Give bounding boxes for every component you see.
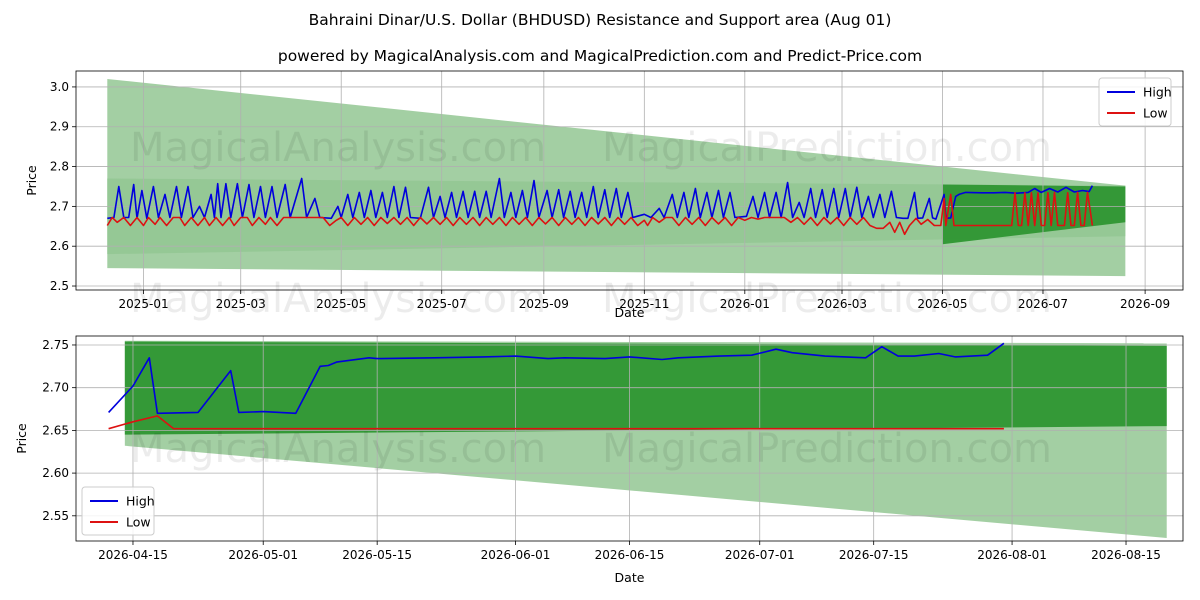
y-tick-label: 2.5 [50, 279, 69, 293]
watermark-text: MagicalAnalysis.com [130, 426, 546, 472]
y-tick-label: 2.65 [42, 423, 69, 437]
chart-canvas: Bahraini Dinar/U.S. Dollar (BHDUSD) Resi… [14, 11, 1184, 585]
x-axis-title: Date [615, 570, 645, 585]
legend: High Low [1098, 77, 1172, 127]
x-tick-label: 2026-06-01 [481, 548, 551, 562]
y-tick-label: 2.70 [42, 381, 69, 395]
bottom-panel: 2026-04-15 2026-05-01 2026-05-15 2026-06-01… [14, 335, 1184, 585]
watermark-text: MagicalPrediction.com [602, 276, 1052, 322]
watermark-text: MagicalAnalysis.com [130, 276, 546, 322]
y-tick-label: 2.7 [50, 199, 69, 213]
y-tick-label: 3.0 [50, 80, 69, 94]
x-tick-label: 2026-05-01 [228, 548, 298, 562]
legend-label-high: High [1143, 85, 1172, 100]
y-tick-label: 2.55 [42, 509, 69, 523]
y-tick-label: 2.75 [42, 338, 69, 352]
watermark-text: MagicalPrediction.com [602, 125, 1052, 171]
y-axis-title: Price [14, 423, 29, 454]
legend-label-low: Low [126, 515, 151, 530]
x-tick-label: 2026-07-15 [839, 548, 909, 562]
watermark-text: MagicalPrediction.com [602, 426, 1052, 472]
x-tick-label: 2026-04-15 [98, 548, 168, 562]
chart-title: Bahraini Dinar/U.S. Dollar (BHDUSD) Resi… [309, 11, 892, 29]
x-tick-label: 2026-06-15 [595, 548, 665, 562]
y-tick-label: 2.9 [50, 120, 69, 134]
x-tick-label: 2026-05-15 [342, 548, 412, 562]
top-panel: 2025-01 2025-03 2025-05 2025-07 2025-09 2025-… [24, 70, 1184, 322]
x-axis-title: Date [615, 305, 645, 320]
legend: High Low [81, 486, 155, 536]
x-tick-label: 2026-07-01 [725, 548, 795, 562]
y-tick-label: 2.8 [50, 160, 69, 174]
x-tick-label: 2026-08-15 [1091, 548, 1161, 562]
y-tick-label: 2.6 [50, 239, 69, 253]
y-axis-title: Price [24, 165, 39, 196]
watermark-text: MagicalAnalysis.com [130, 125, 546, 171]
legend-label-low: Low [1143, 106, 1168, 121]
resistance-support-band [124, 341, 1167, 435]
y-tick-label: 2.60 [42, 466, 69, 480]
chart-subtitle: powered by MagicalAnalysis.com and Magic… [278, 47, 922, 65]
x-tick-label: 2026-09 [1120, 297, 1170, 311]
x-tick-label: 2026-08-01 [977, 548, 1047, 562]
legend-label-high: High [126, 494, 155, 509]
